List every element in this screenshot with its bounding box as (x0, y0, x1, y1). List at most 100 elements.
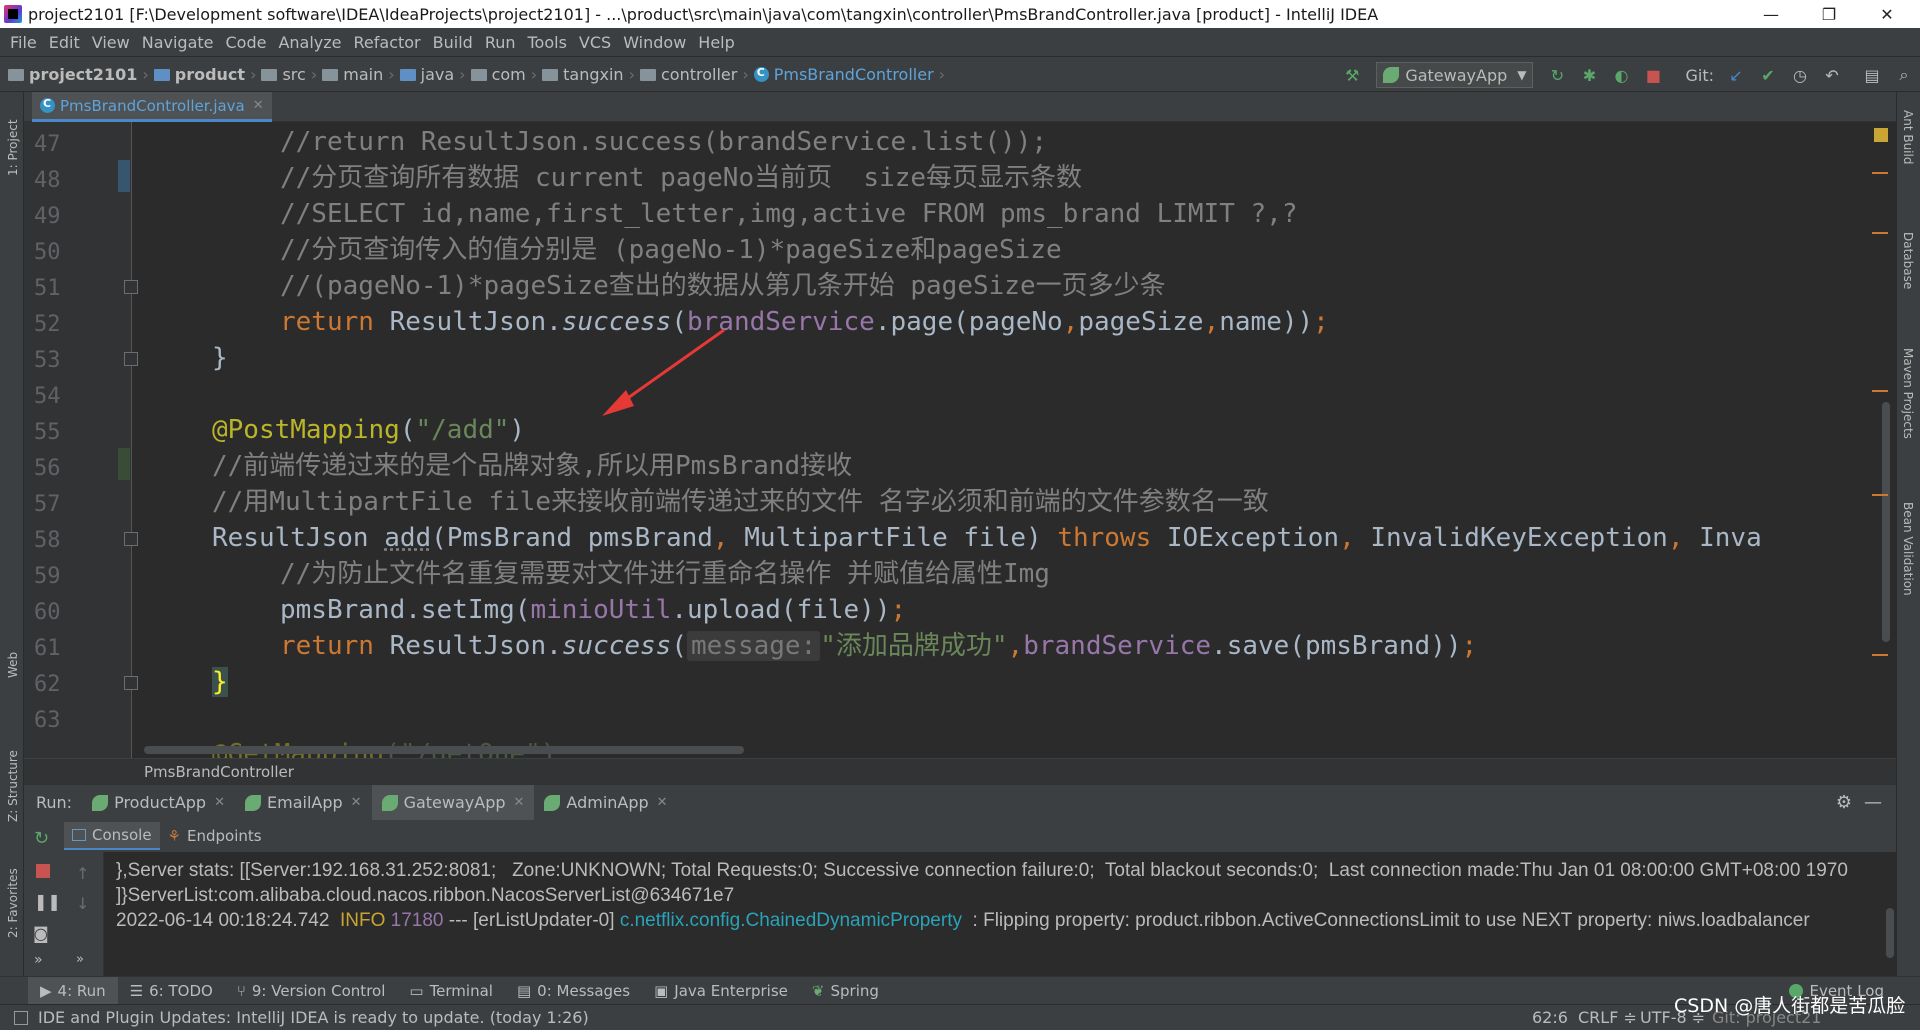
ant-build-tool-button[interactable]: Ant Build (1901, 110, 1915, 164)
tab-messages[interactable]: ▤ 0: Messages (505, 977, 642, 1005)
run-tab-productapp[interactable]: ProductApp ✕ (82, 785, 235, 821)
console-output[interactable]: },Server stats: [[Server:192.168.31.252:… (104, 852, 1896, 976)
run-tab-adminapp[interactable]: AdminApp ✕ (534, 785, 677, 821)
tab-spring[interactable]: ❦ Spring (800, 977, 891, 1005)
annotation-arrow (602, 328, 725, 416)
run-tab-emailapp[interactable]: EmailApp ✕ (235, 785, 372, 821)
menu-code[interactable]: Code (220, 33, 273, 52)
project-tool-button[interactable]: 1: Project (6, 119, 20, 176)
caret-position[interactable]: 62:6 (1532, 1008, 1568, 1027)
breadcrumb-project[interactable]: project2101 (29, 65, 137, 84)
status-message[interactable]: IDE and Plugin Updates: IntelliJ IDEA is… (38, 1008, 589, 1027)
tab-todo[interactable]: ☰ 6: TODO (118, 977, 225, 1005)
camera-icon[interactable]: ◙ (33, 924, 49, 943)
breadcrumb-class[interactable]: PmsBrandController (774, 65, 934, 84)
console-side-toolbar: ↑ ↓ » (64, 852, 104, 976)
close-tab-icon[interactable]: ✕ (514, 795, 525, 810)
line-separator[interactable]: CRLF ≑ (1578, 1008, 1637, 1027)
console-line: },Server stats: [[Server:192.168.31.252:… (116, 860, 1848, 881)
run-icon: ▶ (40, 981, 52, 1000)
menu-edit[interactable]: Edit (43, 33, 86, 52)
console-scrollbar[interactable] (1886, 908, 1894, 958)
more-icon[interactable]: » (76, 952, 84, 967)
tab-terminal[interactable]: ▭ Terminal (397, 977, 505, 1005)
git-commit-icon[interactable]: ✔ (1755, 63, 1781, 87)
search-icon[interactable]: ⌕ (1891, 63, 1917, 87)
java-enterprise-icon: ▣ (654, 981, 669, 1000)
maven-tool-button[interactable]: Maven Projects (1901, 348, 1915, 439)
menu-window[interactable]: Window (617, 33, 692, 52)
window-title: project2101 [F:\Development software\IDE… (28, 4, 1379, 24)
breadcrumb-src[interactable]: src (282, 65, 305, 84)
gear-icon[interactable]: ⚙ (1836, 792, 1852, 813)
menu-tools[interactable]: Tools (522, 33, 573, 52)
tab-java-enterprise[interactable]: ▣ Java Enterprise (642, 977, 800, 1005)
editor-breadcrumb-class[interactable]: PmsBrandController (144, 763, 294, 781)
minimize-button[interactable]: — (1748, 0, 1794, 28)
status-bar: IDE and Plugin Updates: IntelliJ IDEA is… (0, 995, 1920, 1030)
breadcrumb-com[interactable]: com (492, 65, 526, 84)
menu-help[interactable]: Help (692, 33, 740, 52)
pause-icon[interactable]: ❚❚ (34, 892, 61, 911)
project-structure-icon[interactable]: ▤ (1859, 63, 1885, 87)
close-tab-icon[interactable]: ✕ (253, 98, 264, 113)
endpoints-tab[interactable]: ⚘ Endpoints (160, 822, 270, 850)
git-update-icon[interactable]: ↙ (1723, 63, 1749, 87)
coverage-icon[interactable]: ◐ (1608, 63, 1634, 87)
rerun-icon[interactable]: ↻ (1544, 63, 1570, 87)
stop-icon[interactable] (36, 864, 50, 878)
close-tab-icon[interactable]: ✕ (657, 795, 668, 810)
breadcrumb-controller[interactable]: controller (661, 65, 737, 84)
scroll-up-icon[interactable]: ↑ (76, 864, 89, 883)
close-tab-icon[interactable]: ✕ (351, 795, 362, 810)
run-tab-gatewayapp[interactable]: GatewayApp ✕ (371, 784, 535, 821)
menu-analyze[interactable]: Analyze (272, 33, 347, 52)
menu-refactor[interactable]: Refactor (348, 33, 427, 52)
close-tab-icon[interactable]: ✕ (214, 795, 225, 810)
watermark: CSDN @唐人街都是苦瓜脸 (1674, 995, 1906, 1017)
menu-navigate[interactable]: Navigate (136, 33, 220, 52)
favorites-tool-button[interactable]: 2: Favorites (6, 868, 20, 938)
menu-vcs[interactable]: VCS (573, 33, 617, 52)
spring-boot-icon (544, 794, 561, 811)
restore-button[interactable]: ❐ (1806, 0, 1852, 28)
tab-version-control[interactable]: ⑂ 9: Version Control (225, 977, 398, 1005)
git-rollback-icon[interactable]: ↶ (1819, 63, 1845, 87)
close-button[interactable]: ✕ (1864, 0, 1910, 28)
code-editor[interactable]: 47 48 49 50 51 52 53 54 55 56 57 58 59 6… (24, 122, 1896, 758)
messages-icon: ▤ (516, 981, 532, 1000)
breadcrumb-tangxin[interactable]: tangxin (563, 65, 623, 84)
tab-run[interactable]: ▶ 4: Run (28, 976, 118, 1005)
git-label: Git: (1685, 65, 1714, 85)
database-tool-button[interactable]: Database (1901, 232, 1915, 289)
debug-bug-icon[interactable]: ✱ (1576, 63, 1602, 87)
menu-view[interactable]: View (86, 33, 136, 52)
spring-boot-icon (381, 794, 398, 811)
menu-run[interactable]: Run (479, 33, 522, 52)
more-icon[interactable]: » (34, 952, 43, 968)
tab-pmsbrandcontroller[interactable]: PmsBrandController.java ✕ (32, 92, 272, 122)
class-icon (753, 66, 769, 82)
bean-validation-tool-button[interactable]: Bean Validation (1901, 502, 1915, 596)
source-folder-icon (399, 69, 416, 81)
structure-tool-button[interactable]: Z: Structure (6, 750, 20, 822)
build-hammer-icon[interactable]: ⚒ (1339, 63, 1365, 87)
menu-build[interactable]: Build (427, 33, 479, 52)
console-tab[interactable]: Console (64, 822, 160, 850)
web-tool-button[interactable]: Web (6, 652, 20, 678)
breadcrumb-main[interactable]: main (343, 65, 383, 84)
notification-icon[interactable] (14, 1010, 28, 1025)
right-tool-strip: Ant Build Database Maven Projects Bean V… (1896, 92, 1920, 976)
git-history-icon[interactable]: ◷ (1787, 63, 1813, 87)
scroll-down-icon[interactable]: ↓ (76, 894, 89, 913)
terminal-icon: ▭ (409, 981, 424, 1000)
minimize-panel-icon[interactable]: — (1864, 792, 1882, 813)
stop-icon[interactable]: ■ (1640, 63, 1666, 87)
package-icon (639, 69, 656, 81)
menu-file[interactable]: File (4, 33, 43, 52)
console-line: ]}ServerList:com.alibaba.cloud.nacos.rib… (116, 885, 735, 906)
breadcrumb-module[interactable]: product (175, 65, 245, 84)
breadcrumb-java[interactable]: java (421, 65, 455, 84)
run-configuration-select[interactable]: GatewayApp ▼ (1376, 62, 1534, 88)
rerun-icon[interactable]: ↻ (34, 828, 49, 849)
